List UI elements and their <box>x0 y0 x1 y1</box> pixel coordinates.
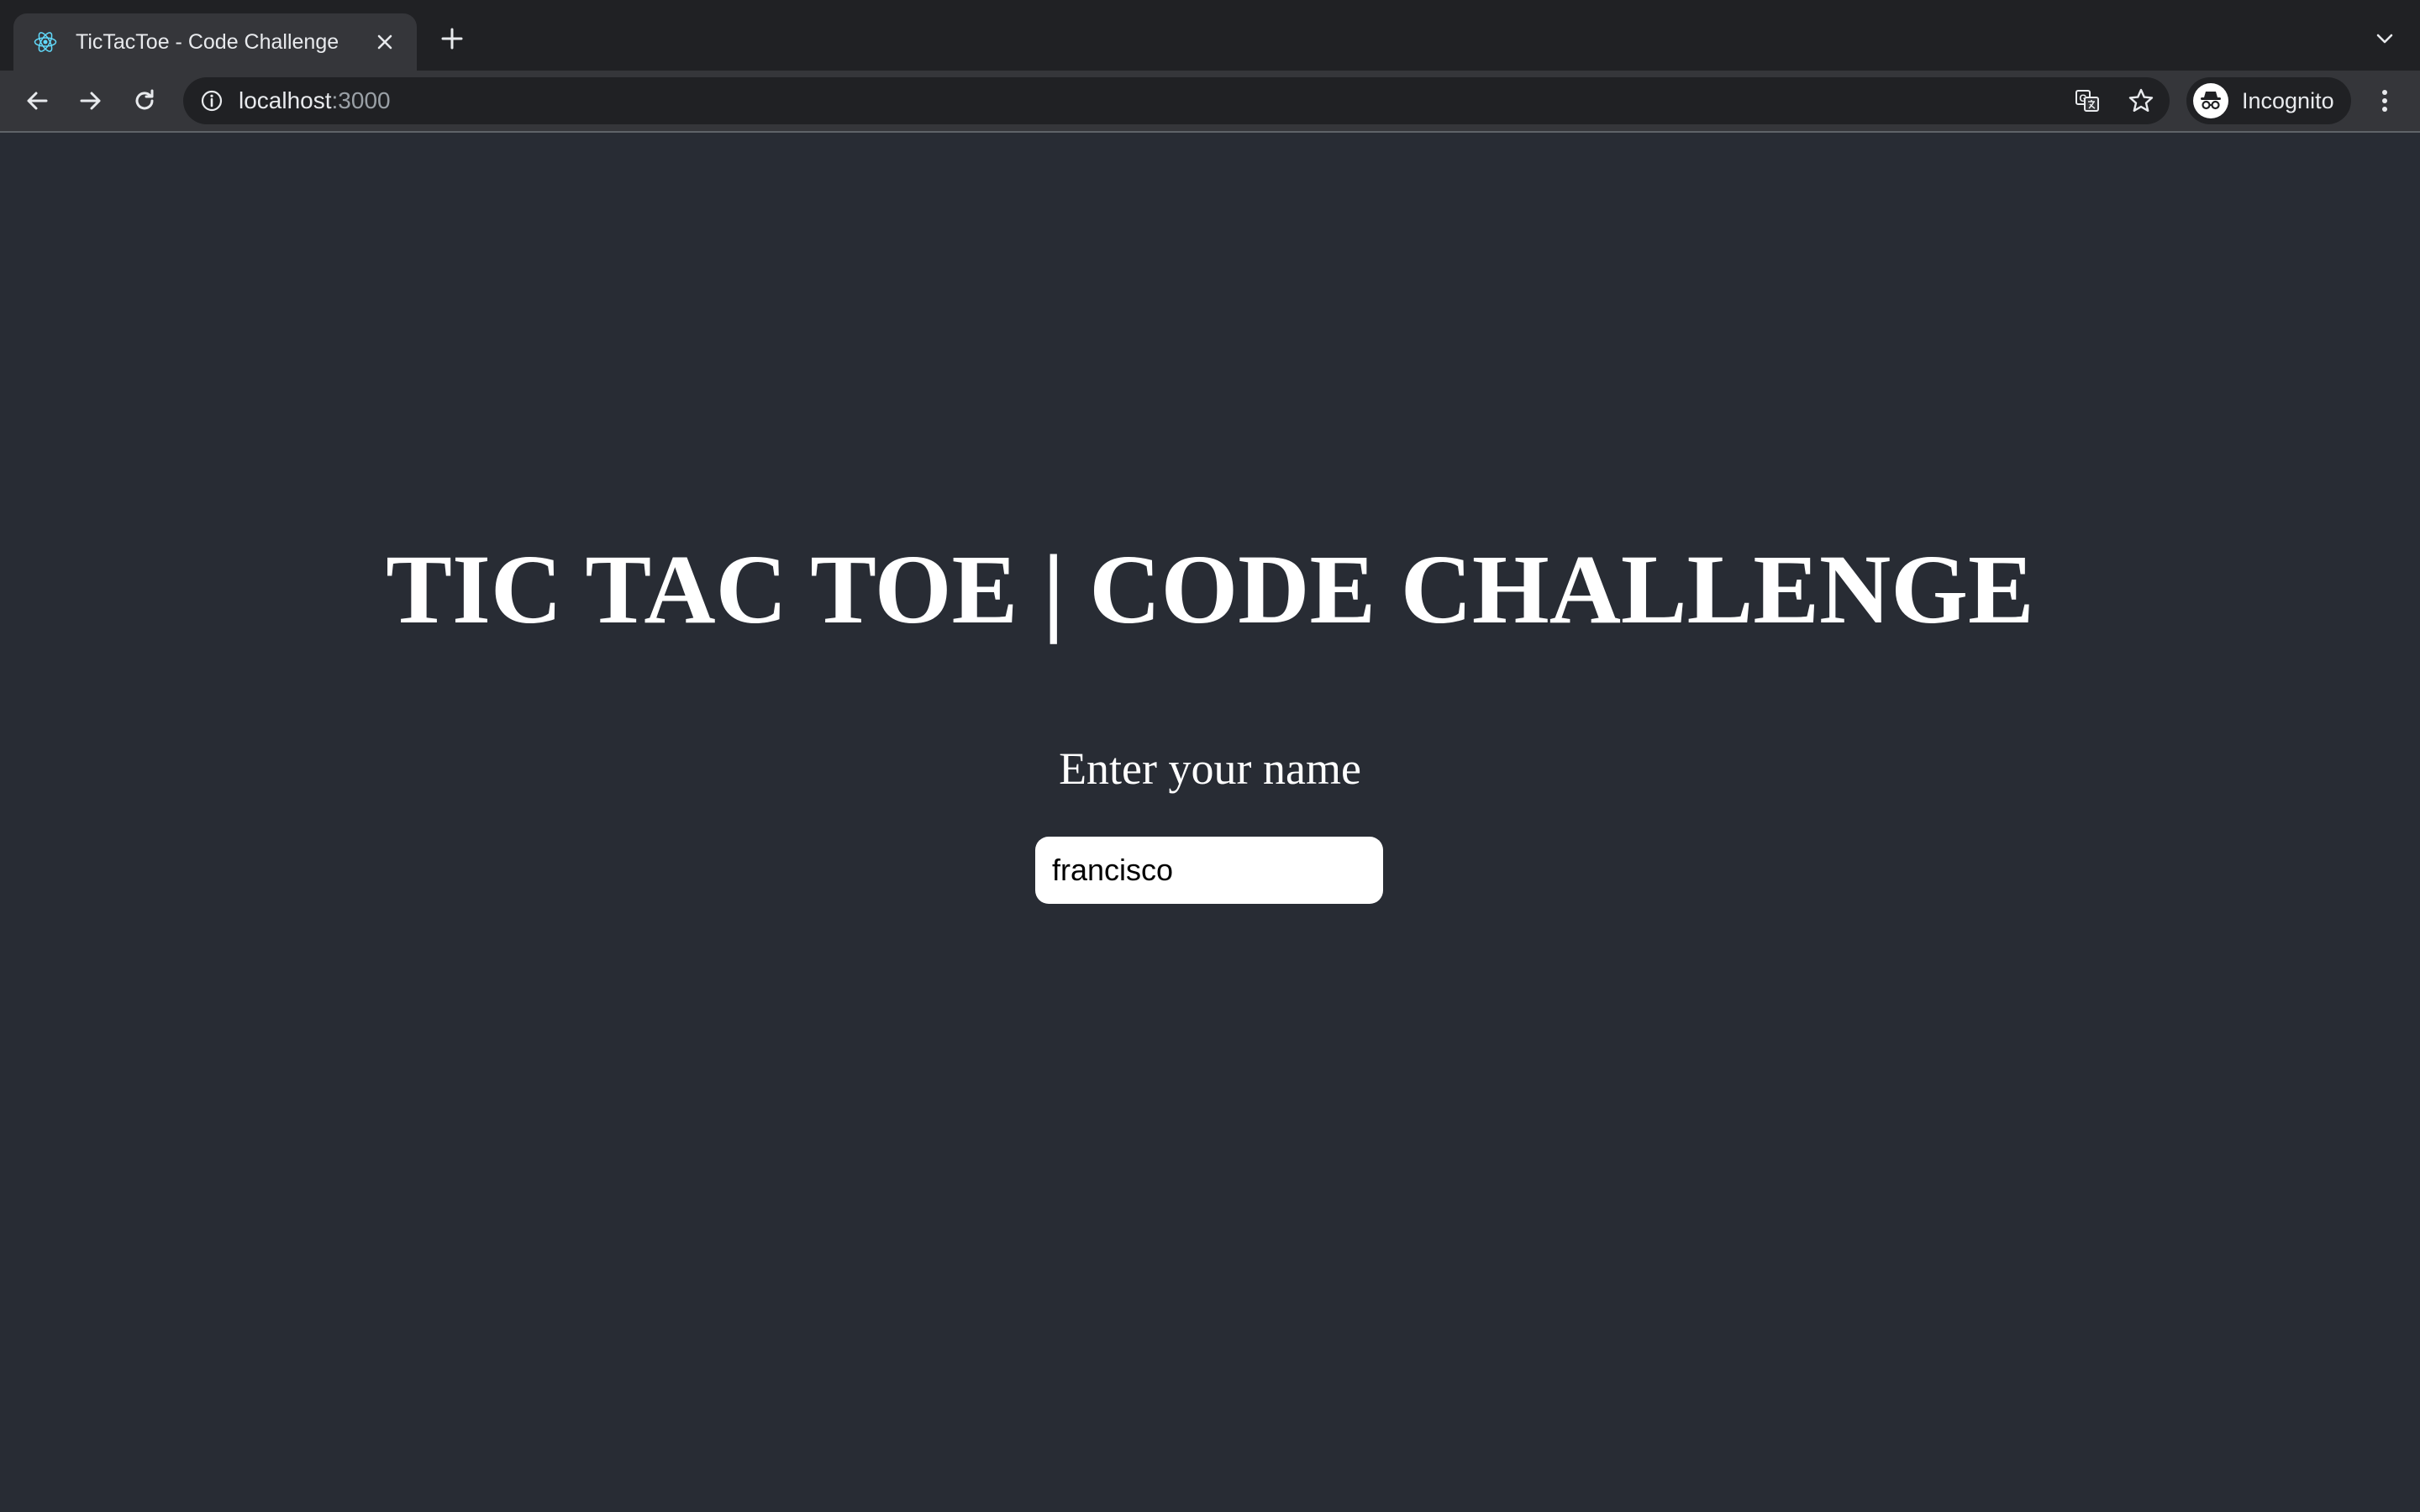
url-text: localhost:3000 <box>239 77 391 124</box>
reload-icon[interactable] <box>126 82 163 119</box>
tab-active[interactable]: TicTacToe - Code Challenge <box>13 13 417 71</box>
page-title: TIC TAC TOE | CODE CHALLENGE <box>386 534 2034 644</box>
more-vert-icon[interactable] <box>2366 82 2403 119</box>
url-port: :3000 <box>331 87 391 113</box>
profile-label: Incognito <box>2242 87 2334 113</box>
react-logo-icon <box>32 29 59 55</box>
translate-icon[interactable]: G <box>2074 87 2101 114</box>
profile-button[interactable]: Incognito <box>2186 77 2351 124</box>
page-content <box>0 133 2420 1512</box>
address-bar[interactable]: localhost:3000 G <box>183 77 2170 124</box>
url-host: localhost <box>239 87 332 113</box>
browser-window: TicTacToe - Code Challenge localhost:300… <box>0 0 2420 133</box>
tab-strip: TicTacToe - Code Challenge <box>0 0 2420 71</box>
new-tab-plus-icon[interactable] <box>435 22 469 55</box>
incognito-icon <box>2193 83 2228 118</box>
info-icon[interactable] <box>200 89 224 113</box>
bookmark-star-icon[interactable] <box>2128 87 2154 114</box>
forward-arrow-icon[interactable] <box>72 82 109 119</box>
name-input[interactable] <box>1035 837 1383 904</box>
toolbar: localhost:3000 G Incognito <box>0 71 2420 131</box>
close-tab-icon[interactable] <box>370 27 400 57</box>
name-prompt: Enter your name <box>1059 743 1361 794</box>
tab-title: TicTacToe - Code Challenge <box>76 29 339 54</box>
back-arrow-icon[interactable] <box>18 82 55 119</box>
tab-search-chevron-down-icon[interactable] <box>2371 25 2398 52</box>
